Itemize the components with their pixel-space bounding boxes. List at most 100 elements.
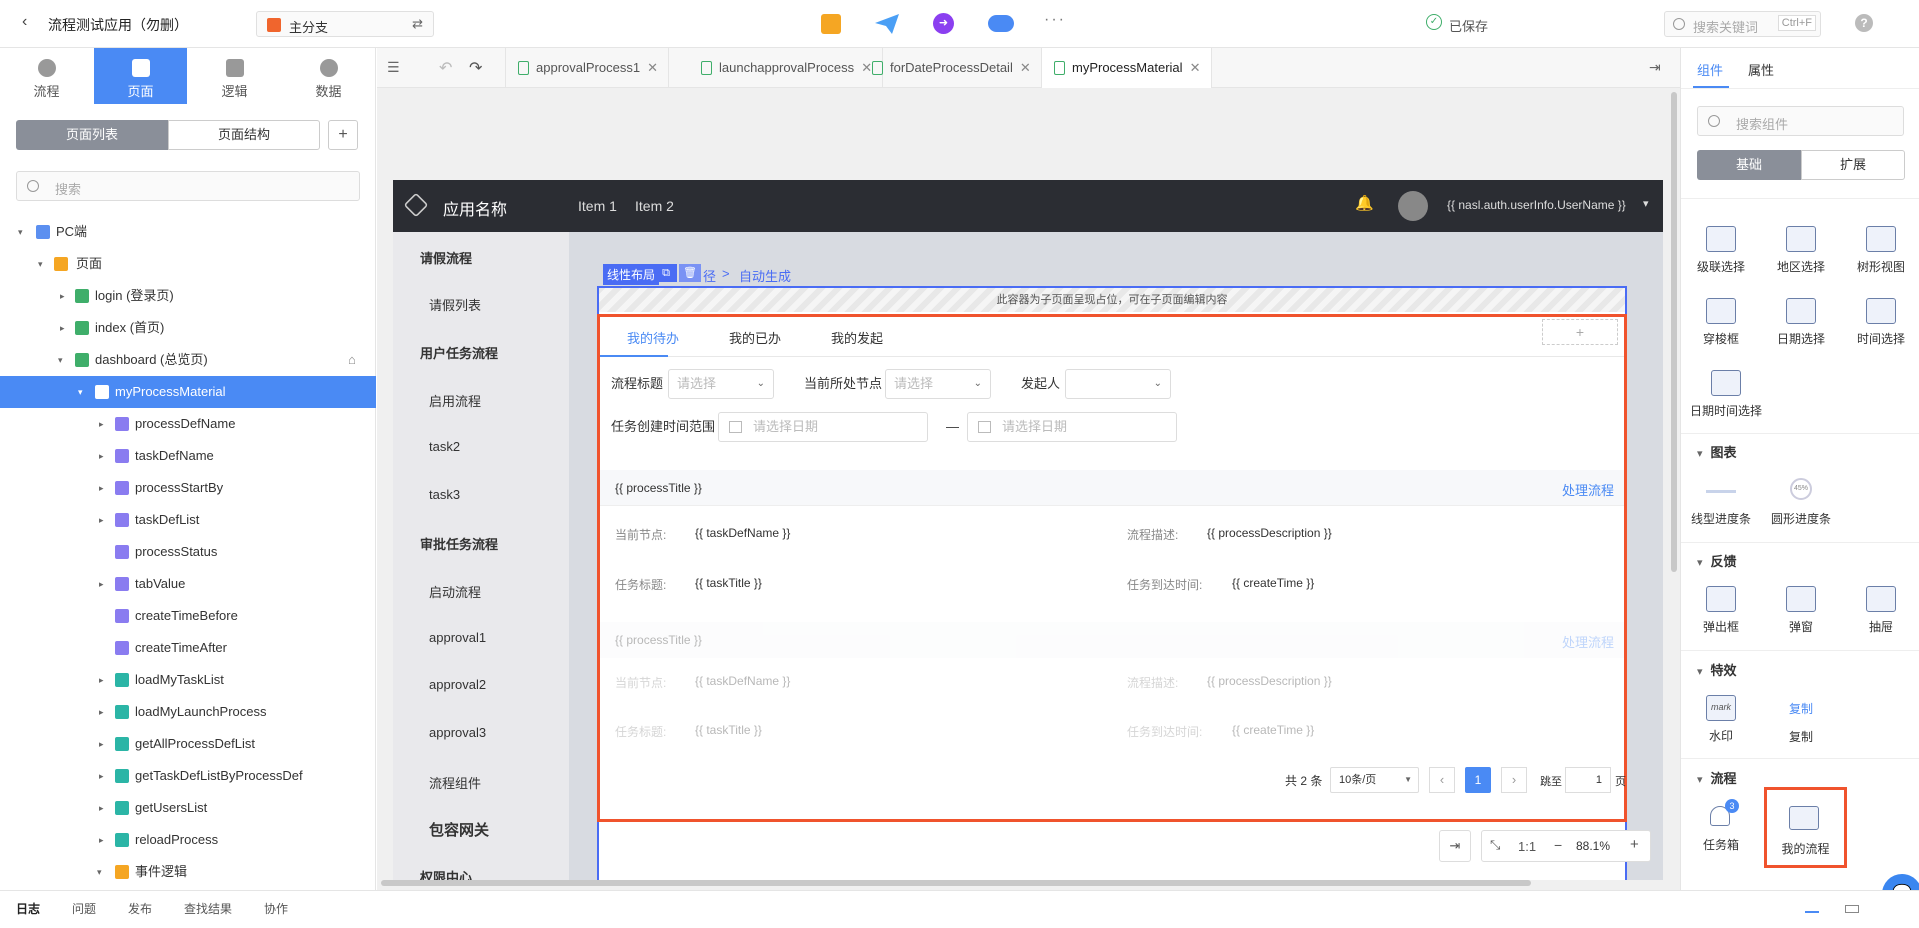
tree-node-index[interactable]: ▸ index (首页) [0,312,376,344]
chevron-down-icon[interactable]: ▾ [1643,197,1649,210]
preview-icon[interactable] [821,14,841,34]
bottom-tab-collab[interactable]: 协作 [264,891,288,928]
username[interactable]: {{ nasl.auth.userInfo.UserName }} [1447,198,1626,212]
layout-badge[interactable]: 线性布局 [603,264,660,285]
close-icon[interactable]: ✕ [647,48,658,88]
tree-node-var[interactable]: createTimeAfter [0,632,376,664]
filter-title-select[interactable]: 请选择 ⌄ [668,369,774,399]
component-datetime-picker[interactable]: 日期时间选择 [1681,370,1771,419]
tab-my-done[interactable]: 我的已办 [729,328,781,347]
section-effects[interactable]: 特效 [1697,660,1737,679]
redo-icon[interactable]: ↷ [469,58,482,78]
home-icon[interactable]: ⌂ [348,344,356,376]
avatar[interactable] [1398,191,1428,221]
subpage-placeholder[interactable]: 此容器为子页面呈现占位，可在子页面编辑内容 [599,288,1625,312]
editor-tab-active[interactable]: myProcessMaterial ✕ [1042,48,1212,88]
nav-item-1[interactable]: Item 1 [578,198,617,214]
tab-my-launched[interactable]: 我的发起 [831,328,883,347]
editor-tab[interactable]: launchapprovalProcess ✕ [689,48,884,88]
my-process-component[interactable]: 我的待办 我的已办 我的发起 + 流程标题 请选择 ⌄ 当前所处节点 请选择 ⌄ 发… [597,314,1627,822]
component-popover[interactable]: 弹出框 [1681,586,1761,635]
component-modal[interactable]: 弹窗 [1761,586,1841,635]
bottom-tab-issues[interactable]: 问题 [72,891,96,928]
fit-button[interactable]: ⇥ [1439,830,1471,862]
component-transfer[interactable]: 穿梭框 [1681,298,1761,347]
vertical-scrollbar[interactable] [1671,92,1677,572]
bottom-tab-search-results[interactable]: 查找结果 [184,891,232,928]
tree-node-logic[interactable]: ▸ loadMyTaskList [0,664,376,696]
tree-node-dashboard[interactable]: ▾ dashboard (总览页) ⌂ [0,344,376,376]
process-card[interactable]: {{ processTitle }} 处理流程 当前节点: {{ taskDef… [600,470,1624,620]
component-time-picker[interactable]: 时间选择 [1841,298,1919,347]
help-icon[interactable]: ? [1855,14,1873,32]
tree-node-var[interactable]: ▸ tabValue [0,568,376,600]
tree-node-logic[interactable]: ▸ getAllProcessDefList [0,728,376,760]
date-end-input[interactable]: 请选择日期 [967,412,1177,442]
tree-node-login[interactable]: ▸ login (登录页) [0,280,376,312]
breadcrumb-auto[interactable]: 自动生成 [739,266,791,285]
editor-tab[interactable]: forDateProcessDetail ✕ [860,48,1042,88]
section-process[interactable]: 流程 [1697,768,1737,787]
component-copy[interactable]: 复制 复制 [1761,700,1841,745]
collapse-panel-icon[interactable]: ☰ [387,59,400,76]
component-drawer[interactable]: 抽屉 [1841,586,1919,635]
page-size-select[interactable]: 10条/页 ▼ [1330,767,1419,793]
page-list-tab[interactable]: 页面列表 [16,120,168,150]
toggle-extend[interactable]: 扩展 [1801,150,1905,180]
tree-node-logic[interactable]: ▸ loadMyLaunchProcess [0,696,376,728]
nav-item-2[interactable]: Item 2 [635,198,674,214]
tree-node-pc[interactable]: ▾ PC端 [0,216,376,248]
tree-node-myprocessmaterial[interactable]: ▾ myProcessMaterial [0,376,376,408]
tab-my-todo[interactable]: 我的待办 [627,328,679,347]
tree-node-pages-folder[interactable]: ▾ 页面 [0,248,376,280]
horizontal-scrollbar[interactable] [381,880,1531,886]
zoom-out-button[interactable]: − [1554,837,1562,853]
section-feedback[interactable]: 反馈 [1697,551,1737,570]
tree-node-var[interactable]: ▸ taskDefList [0,504,376,536]
section-chart[interactable]: 图表 [1697,442,1737,461]
tree-node-logic[interactable]: ▸ reloadProcess [0,824,376,856]
collapse-right-icon[interactable]: ⇥ [1649,59,1661,76]
add-page-button[interactable]: + [328,120,358,150]
tab-components[interactable]: 组件 [1697,60,1723,79]
component-line-progress[interactable]: 线型进度条 [1681,478,1761,527]
cloud-icon[interactable] [988,15,1014,32]
filter-initiator-select[interactable]: ⌄ [1065,369,1171,399]
minimize-icon[interactable] [1805,911,1819,913]
copy-icon[interactable]: ⧉ [655,264,677,282]
tree-node-logic[interactable]: ▸ getTaskDefListByProcessDef [0,760,376,792]
close-icon[interactable]: ✕ [1190,48,1201,88]
date-start-input[interactable]: 请选择日期 [718,412,928,442]
component-my-process-highlight[interactable]: 我的流程 [1764,787,1847,868]
maximize-icon[interactable] [1845,905,1859,913]
close-icon[interactable]: ✕ [1020,48,1031,88]
tree-node-var[interactable]: ▸ processStartBy [0,472,376,504]
component-region[interactable]: 地区选择 [1761,226,1841,275]
undo-icon[interactable]: ↶ [439,58,452,78]
shrink-icon[interactable]: ⤡ [1490,837,1500,853]
mode-tab-data[interactable]: 数据 [282,48,375,104]
filter-node-select[interactable]: 请选择 ⌄ [885,369,991,399]
mode-tab-page[interactable]: 页面 [94,48,187,104]
tab-properties[interactable]: 属性 [1748,60,1774,79]
zoom-in-button[interactable]: + [1630,836,1639,853]
current-page[interactable]: 1 [1465,767,1491,793]
goto-input[interactable]: 1 [1565,767,1611,793]
tab-add-slot[interactable]: + [1542,319,1618,345]
bell-icon[interactable]: 🔔 [1355,194,1374,212]
mode-tab-logic[interactable]: 逻辑 [188,48,281,104]
more-icon[interactable]: ··· [1044,11,1066,29]
branch-selector[interactable]: 主分支 ⇄ [256,11,434,37]
component-cascader[interactable]: 级联选择 [1681,226,1761,275]
component-tree-view[interactable]: 树形视图 [1841,226,1919,275]
global-search[interactable]: 搜索关键词 Ctrl+F [1664,11,1821,37]
toggle-basic[interactable]: 基础 [1697,150,1801,180]
publish-icon[interactable] [874,13,900,35]
zoom-ratio[interactable]: 1:1 [1518,839,1536,854]
component-search[interactable]: 搜索组件 [1697,106,1904,136]
prev-page-button[interactable]: ‹ [1429,767,1455,793]
breadcrumb-partial[interactable]: 径 [703,266,716,285]
tree-node-events-folder[interactable]: ▾ 事件逻辑 [0,856,376,888]
mode-tab-flow[interactable]: 流程 [0,48,93,104]
bottom-tab-log[interactable]: 日志 [16,891,40,928]
